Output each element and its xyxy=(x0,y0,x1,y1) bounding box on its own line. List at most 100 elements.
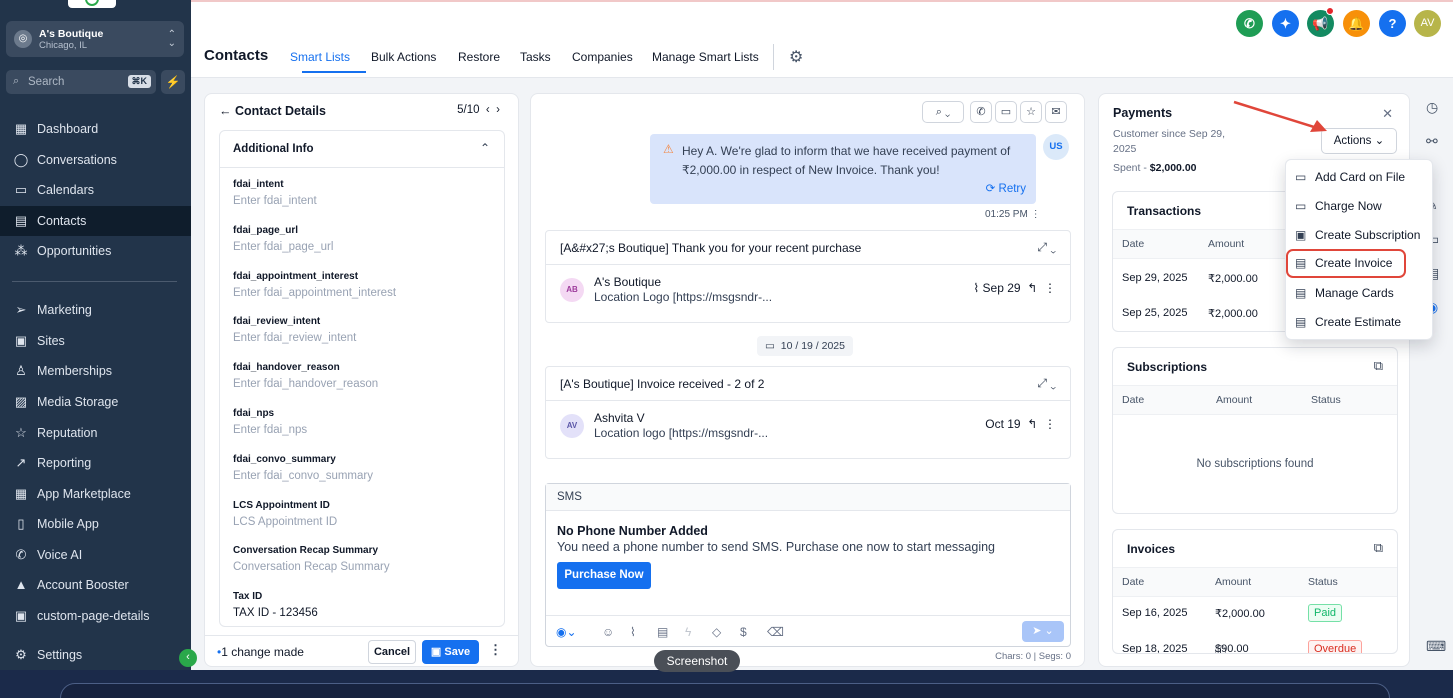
email-subject: [A&#x27;s Boutique] Thank you for your r… xyxy=(560,241,862,255)
field-input[interactable]: Enter fdai_nps xyxy=(233,424,493,436)
failed-message-bubble: ⚠ Hey A. We're glad to inform that we ha… xyxy=(650,134,1036,204)
search-input[interactable]: ⌕ Search ⌘K xyxy=(6,70,156,94)
user-avatar[interactable]: AV xyxy=(1414,10,1441,37)
dollar-icon[interactable]: $ xyxy=(740,625,747,639)
external-link-icon[interactable]: ⧉ xyxy=(1374,540,1383,556)
prev-icon[interactable]: ‹ xyxy=(486,104,490,116)
field-input[interactable]: Conversation Recap Summary xyxy=(233,561,493,573)
gear-icon[interactable]: ⚙ xyxy=(789,47,803,67)
mail-icon[interactable]: ✉ xyxy=(1045,101,1067,123)
tab-companies[interactable]: Companies xyxy=(572,50,633,64)
workflow-icon[interactable]: ⚯ xyxy=(1426,133,1438,150)
field-input[interactable]: Enter fdai_page_url xyxy=(233,241,493,253)
folder-icon[interactable]: ▭ xyxy=(995,101,1017,123)
save-button[interactable]: ▣ Save xyxy=(422,640,479,664)
history-icon[interactable]: ◷ xyxy=(1426,99,1438,116)
field-input[interactable]: TAX ID - 123456 xyxy=(233,607,493,619)
channel-select-icon[interactable]: ◉⌄ xyxy=(556,625,577,639)
sidebar-item-account-booster[interactable]: ▲ Account Booster xyxy=(0,570,191,600)
field-input[interactable]: Enter fdai_appointment_interest xyxy=(233,287,493,299)
sidebar-item-marketing[interactable]: ➢ Marketing xyxy=(0,295,191,325)
sidebar-item-app-marketplace[interactable]: ▦ App Marketplace xyxy=(0,479,191,509)
menu-item-create-subscription[interactable]: ▣ Create Subscription xyxy=(1286,221,1434,250)
cancel-button[interactable]: Cancel xyxy=(368,640,416,664)
transactions-title: Transactions xyxy=(1127,204,1202,218)
tabs-separator xyxy=(773,44,774,70)
field-input[interactable]: Enter fdai_handover_reason xyxy=(233,378,493,390)
sidebar-item-media-storage[interactable]: ▨ Media Storage xyxy=(0,387,191,417)
more-icon: ⋮ xyxy=(1044,417,1056,431)
more-options-icon[interactable]: ⋮ xyxy=(489,642,502,658)
sidebar-item-settings[interactable]: ⚙ Settings xyxy=(0,640,191,670)
menu-item-create-estimate[interactable]: ▤ Create Estimate xyxy=(1286,308,1434,337)
email-thread-card[interactable]: [A's Boutique] Invoice received - 2 of 2… xyxy=(545,366,1071,459)
help-icon[interactable]: ? xyxy=(1379,10,1406,37)
sidebar-item-memberships[interactable]: ♙ Memberships xyxy=(0,356,191,386)
purchase-now-button[interactable]: Purchase Now xyxy=(557,562,651,589)
sidebar-item-custom-page-details[interactable]: ▣ custom-page-details xyxy=(0,601,191,631)
sidebar-item-voice-ai[interactable]: ✆ Voice AI xyxy=(0,540,191,570)
channel-filter-dropdown[interactable]: ⌕ ⌄ xyxy=(922,101,964,123)
send-button[interactable]: ➤ ⌄ xyxy=(1022,621,1064,642)
form-field: Tax ID TAX ID - 123456 xyxy=(233,591,493,619)
sidebar-item-mobile-app[interactable]: ▯ Mobile App xyxy=(0,509,191,539)
attachment-icon[interactable]: ⌇ xyxy=(630,625,636,639)
notification-dot xyxy=(1326,7,1334,15)
field-label: fdai_convo_summary xyxy=(233,453,336,465)
quick-action-button[interactable]: ⚡ xyxy=(161,70,185,94)
phone-icon[interactable]: ✆ xyxy=(1236,10,1263,37)
menu-item-create-invoice[interactable]: ▤ Create Invoice xyxy=(1286,249,1406,278)
email-thread-card[interactable]: [A&#x27;s Boutique] Thank you for your r… xyxy=(545,230,1071,323)
tab-restore[interactable]: Restore xyxy=(458,50,500,64)
attachment-icon: ⌇ xyxy=(973,281,980,295)
external-link-icon[interactable]: ⧉ xyxy=(1374,358,1383,374)
call-icon[interactable]: ✆ xyxy=(970,101,992,123)
sidebar-item-label: Reputation xyxy=(37,426,98,440)
chevron-updown-icon: ⌃ ⌄ xyxy=(167,29,176,49)
sidebar-item-dashboard[interactable]: ▦ Dashboard xyxy=(0,114,191,144)
subscriptions-title: Subscriptions xyxy=(1127,360,1208,374)
field-input[interactable]: Enter fdai_intent xyxy=(233,195,493,207)
additional-info-header[interactable]: Additional Info ⌃ xyxy=(220,131,504,168)
bell-icon[interactable]: 🔔 xyxy=(1343,10,1370,37)
sidebar-item-reporting[interactable]: ↗ Reporting xyxy=(0,448,191,478)
sidebar-item-conversations[interactable]: ◯ Conversations xyxy=(0,145,191,175)
template-icon[interactable]: ▤ xyxy=(657,625,668,639)
sidebar-item-calendars[interactable]: ▭ Calendars xyxy=(0,175,191,205)
tab-manage-smart-lists[interactable]: Manage Smart Lists xyxy=(652,50,759,64)
sidebar-item-reputation[interactable]: ☆ Reputation xyxy=(0,418,191,448)
invoices-header-row: Date Amount Status xyxy=(1113,567,1397,597)
tag-icon[interactable]: ◇ xyxy=(712,625,721,639)
sidebar-item-opportunities[interactable]: ⁂ Opportunities xyxy=(0,236,191,266)
location-switcher[interactable]: ◎ A's Boutique Chicago, IL ⌃ ⌄ xyxy=(6,21,184,57)
expand-icon[interactable]: ⤢ ⌄ xyxy=(1037,376,1056,391)
tab-bulk-actions[interactable]: Bulk Actions xyxy=(371,50,436,64)
composer-toolbar: ◉⌄ ☺ ⌇ ▤ ϟ ◇ $ ⌫ ➤ ⌄ xyxy=(546,615,1070,647)
menu-item-add-card[interactable]: ▭ Add Card on File xyxy=(1286,163,1434,192)
next-icon[interactable]: › xyxy=(496,104,500,116)
collapse-sidebar-button[interactable]: ‹ xyxy=(179,649,197,667)
tab-tasks[interactable]: Tasks xyxy=(520,50,551,64)
sidebar-item-contacts[interactable]: ▤ Contacts xyxy=(0,206,191,236)
close-icon[interactable]: ✕ xyxy=(1382,106,1393,122)
contact-details-header[interactable]: ← Contact Details xyxy=(219,104,326,118)
sidebar-item-sites[interactable]: ▣ Sites xyxy=(0,326,191,356)
menu-item-manage-cards[interactable]: ▤ Manage Cards xyxy=(1286,279,1434,308)
keyboard-icon[interactable]: ⌨ xyxy=(1426,638,1446,655)
emoji-icon[interactable]: ☺ xyxy=(602,625,614,639)
menu-item-charge-now[interactable]: ▭ Charge Now xyxy=(1286,192,1434,221)
star-icon[interactable]: ☆ xyxy=(1020,101,1042,123)
field-input[interactable]: Enter fdai_convo_summary xyxy=(233,470,493,482)
search-icon: ⌕ xyxy=(13,75,20,87)
expand-icon[interactable]: ⤢ ⌄ xyxy=(1037,240,1056,255)
chevron-up-icon[interactable]: ⌃ xyxy=(480,141,490,155)
field-input[interactable]: Enter fdai_review_intent xyxy=(233,332,493,344)
clear-icon[interactable]: ⌫ xyxy=(767,625,784,639)
lightning-icon[interactable]: ϟ xyxy=(685,625,691,639)
retry-button[interactable]: ⟳ Retry xyxy=(986,181,1026,195)
magic-icon[interactable]: ✦ xyxy=(1272,10,1299,37)
field-input[interactable]: LCS Appointment ID xyxy=(233,516,493,528)
actions-dropdown[interactable]: Actions ⌄ xyxy=(1321,128,1397,154)
tab-smart-lists[interactable]: Smart Lists xyxy=(290,50,350,64)
sms-tab[interactable]: SMS xyxy=(546,484,1070,511)
